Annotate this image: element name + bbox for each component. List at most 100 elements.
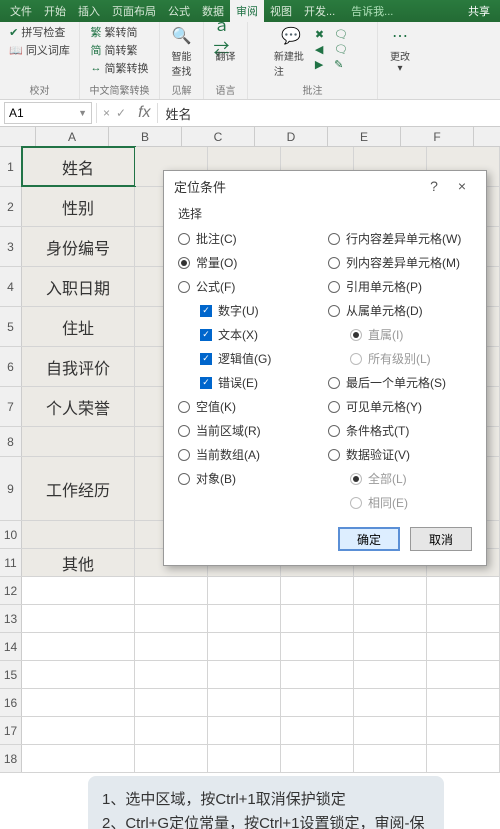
row-header[interactable]: 9 (0, 457, 22, 520)
cell[interactable]: 工作经历 (22, 457, 135, 520)
row-header[interactable]: 14 (0, 633, 22, 660)
smart-lookup-button[interactable]: 🔍智能 查找 (165, 24, 199, 78)
cell[interactable] (354, 745, 427, 772)
next-comment-button[interactable]: ▶ (312, 58, 327, 71)
accept-edit-icon[interactable]: ✓ (116, 106, 126, 120)
tab-formula[interactable]: 公式 (162, 0, 196, 22)
help-button[interactable]: ? (420, 178, 448, 194)
cell[interactable] (281, 633, 354, 660)
cell[interactable] (427, 633, 500, 660)
row-header[interactable]: 10 (0, 521, 22, 548)
option-precedents[interactable]: 引用单元格(P) (328, 278, 472, 295)
cell[interactable] (281, 717, 354, 744)
col-header-c[interactable]: C (182, 127, 255, 146)
simp-to-trad-button[interactable]: 繁繁转简 (88, 24, 152, 40)
cell[interactable] (427, 605, 500, 632)
cell[interactable] (22, 577, 135, 604)
row-header[interactable]: 7 (0, 387, 22, 426)
tab-layout[interactable]: 页面布局 (106, 0, 162, 22)
option-comments[interactable]: 批注(C) (178, 230, 322, 247)
cell[interactable] (135, 689, 208, 716)
cell[interactable] (135, 605, 208, 632)
cell[interactable] (354, 577, 427, 604)
cell[interactable]: 身份编号 (22, 227, 135, 266)
option-dependents[interactable]: 从属单元格(D) (328, 302, 472, 319)
row-header[interactable]: 5 (0, 307, 22, 346)
option-region[interactable]: 当前区域(R) (178, 422, 322, 439)
fx-icon[interactable]: fx (132, 104, 156, 122)
tab-start[interactable]: 开始 (38, 0, 72, 22)
cell[interactable]: 入职日期 (22, 267, 135, 306)
cell[interactable] (281, 745, 354, 772)
row-header[interactable]: 1 (0, 147, 22, 186)
cancel-button[interactable]: 取消 (410, 527, 472, 551)
tab-file[interactable]: 文件 (4, 0, 38, 22)
col-header-f[interactable]: F (401, 127, 474, 146)
row-header[interactable]: 4 (0, 267, 22, 306)
delete-comment-button[interactable]: ✖ (312, 28, 327, 41)
share-button[interactable]: 共享 (462, 1, 496, 21)
cell[interactable] (135, 577, 208, 604)
row-header[interactable]: 12 (0, 577, 22, 604)
option-visible[interactable]: 可见单元格(Y) (328, 398, 472, 415)
spellcheck-button[interactable]: ✔拼写检查 (6, 24, 73, 40)
cancel-edit-icon[interactable]: × (103, 106, 110, 120)
row-header[interactable]: 17 (0, 717, 22, 744)
cell[interactable] (22, 605, 135, 632)
cell[interactable] (22, 521, 135, 548)
cell[interactable] (135, 661, 208, 688)
formula-value[interactable]: 姓名 (158, 104, 192, 123)
cell[interactable] (354, 661, 427, 688)
col-header-e[interactable]: E (328, 127, 401, 146)
cell[interactable] (354, 633, 427, 660)
row-header[interactable]: 8 (0, 427, 22, 456)
option-condfmt[interactable]: 条件格式(T) (328, 422, 472, 439)
tab-insert[interactable]: 插入 (72, 0, 106, 22)
thesaurus-button[interactable]: 📖同义词库 (6, 42, 73, 58)
cell[interactable] (354, 689, 427, 716)
option-rowdiff[interactable]: 行内容差异单元格(W) (328, 230, 472, 247)
ink-button[interactable]: ✎ (331, 58, 351, 71)
cell[interactable] (427, 745, 500, 772)
cell[interactable] (208, 577, 281, 604)
cell[interactable] (208, 605, 281, 632)
select-all-corner[interactable] (0, 127, 36, 146)
col-header-d[interactable]: D (255, 127, 328, 146)
cell[interactable]: 性别 (22, 187, 135, 226)
cell[interactable] (135, 745, 208, 772)
option-array[interactable]: 当前数组(A) (178, 446, 322, 463)
check-errors[interactable]: 错误(E) (178, 374, 322, 391)
cell[interactable] (427, 661, 500, 688)
cell[interactable] (354, 717, 427, 744)
cell[interactable] (427, 689, 500, 716)
cell[interactable] (281, 689, 354, 716)
cell[interactable]: 住址 (22, 307, 135, 346)
cell[interactable] (208, 661, 281, 688)
cell[interactable] (22, 427, 135, 456)
cell[interactable] (281, 661, 354, 688)
cell[interactable]: 其他 (22, 549, 135, 576)
col-header-a[interactable]: A (36, 127, 109, 146)
cell[interactable] (208, 689, 281, 716)
cell[interactable] (427, 577, 500, 604)
new-comment-button[interactable]: 💬新建批注 (274, 24, 308, 78)
row-header[interactable]: 3 (0, 227, 22, 266)
option-coldiff[interactable]: 列内容差异单元格(M) (328, 254, 472, 271)
col-header-b[interactable]: B (109, 127, 182, 146)
changes-button[interactable]: ⋯更改▾ (383, 24, 417, 74)
close-button[interactable]: × (448, 178, 476, 194)
check-numbers[interactable]: 数字(U) (178, 302, 322, 319)
tab-dev[interactable]: 开发... (298, 0, 341, 22)
chevron-down-icon[interactable]: ▼ (78, 108, 87, 118)
option-formulas[interactable]: 公式(F) (178, 278, 322, 295)
cell[interactable] (22, 633, 135, 660)
cell[interactable] (208, 633, 281, 660)
cell[interactable]: 自我评价 (22, 347, 135, 386)
convert-button[interactable]: ↔简繁转换 (88, 60, 152, 76)
cell[interactable] (281, 605, 354, 632)
option-blanks[interactable]: 空值(K) (178, 398, 322, 415)
row-header[interactable]: 11 (0, 549, 22, 576)
cell[interactable] (208, 745, 281, 772)
option-validation[interactable]: 数据验证(V) (328, 446, 472, 463)
row-header[interactable]: 2 (0, 187, 22, 226)
